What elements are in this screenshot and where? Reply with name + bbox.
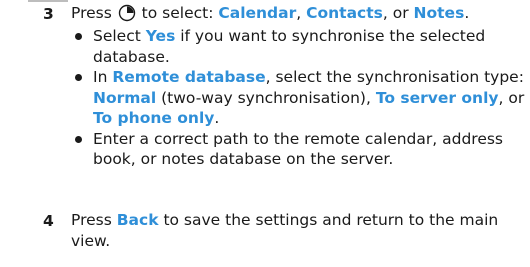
option-back: Back: [116, 211, 159, 229]
item-text-segment: (two-way synchronisation),: [156, 88, 376, 107]
bullet-list: Select Yes if you want to synchronise th…: [71, 26, 526, 170]
bullet-icon: [75, 74, 82, 81]
step-number: 3: [43, 5, 54, 23]
step-text-segment: to select:: [136, 4, 219, 22]
option-normal: Normal: [93, 88, 157, 107]
item-text-segment: In: [93, 68, 113, 86]
bullet-icon: [75, 135, 82, 143]
option-to-server-only: To server only: [375, 88, 499, 107]
step-number: 4: [43, 212, 54, 230]
step-3-text: Press to select: Calendar, Contacts, or …: [71, 3, 526, 24]
option-to-phone-only: To phone only: [93, 109, 215, 127]
separator: , or: [382, 4, 414, 22]
step-text-segment: Press: [71, 4, 117, 22]
step-text-segment: Press: [71, 211, 117, 229]
item-text-segment: , select the synchronisation type:: [265, 68, 524, 86]
option-yes: Yes: [145, 27, 176, 45]
list-item: In Remote database, select the synchroni…: [71, 67, 526, 129]
item-text-segment: Enter a correct path to the remote calen…: [93, 129, 504, 169]
joystick-press-icon: [118, 4, 135, 22]
item-text-segment: Select: [93, 27, 146, 45]
item-text-segment: , or: [498, 88, 525, 107]
list-item: Enter a correct path to the remote calen…: [71, 129, 526, 170]
setting-remote-database: Remote database: [112, 68, 266, 86]
option-contacts: Contacts: [306, 4, 383, 22]
separator: ,: [296, 4, 307, 22]
option-notes: Notes: [413, 4, 465, 22]
step-4-text: Press Back to save the settings and retu…: [71, 210, 526, 252]
cropped-text-fragment: [28, 0, 68, 2]
bullet-icon: [75, 33, 82, 40]
option-calendar: Calendar: [218, 4, 297, 22]
item-text-segment: .: [214, 109, 220, 127]
sentence-end: .: [464, 4, 470, 22]
list-item: Select Yes if you want to synchronise th…: [71, 26, 526, 67]
